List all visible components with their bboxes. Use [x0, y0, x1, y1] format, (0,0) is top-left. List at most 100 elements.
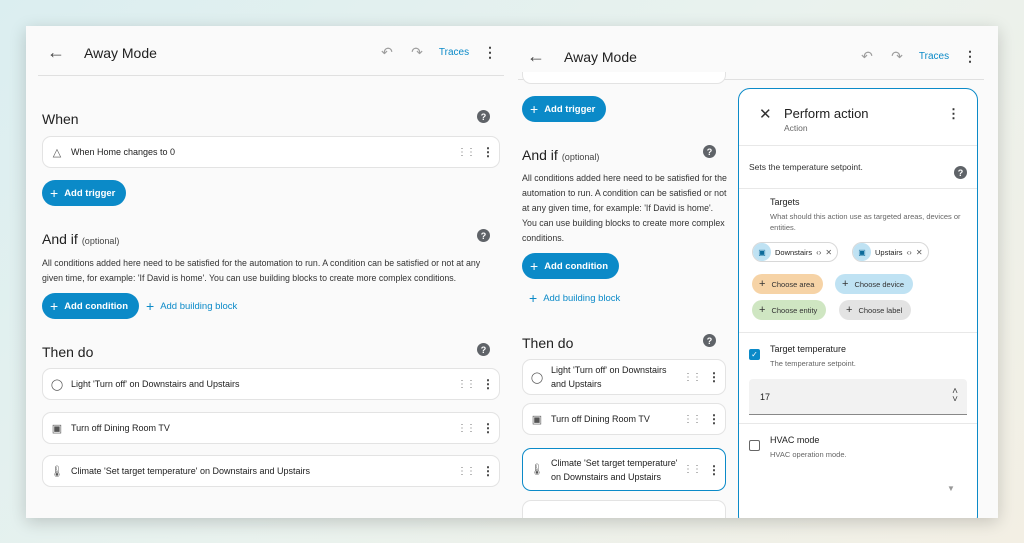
more-menu-icon[interactable]: ⋮ — [476, 44, 504, 61]
plus-icon: + — [146, 298, 155, 314]
target-temperature-label: Target temperature — [770, 344, 847, 354]
andif-title: And if — [522, 147, 558, 163]
conditions-description: All conditions added here need to be sat… — [42, 258, 481, 283]
conditions-description: All conditions added here need to be sat… — [522, 173, 727, 243]
action-description: Sets the temperature setpoint. — [749, 162, 863, 172]
panel-menu-icon[interactable]: ⋮ — [947, 106, 960, 122]
action-card[interactable]: ▣ Turn off Dining Room TV ⋮⋮ ⋮ — [522, 403, 726, 435]
add-condition-button[interactable]: + Add condition — [42, 293, 140, 319]
choose-entity-button[interactable]: + Choose entity — [752, 300, 827, 320]
help-icon[interactable]: ? — [703, 334, 716, 347]
card-menu-icon[interactable]: ⋮ — [477, 421, 499, 435]
plus-icon: + — [50, 185, 59, 201]
left-header: ← Away Mode ↶ ↷ Traces ⋮ — [38, 30, 504, 76]
add-trigger-button[interactable]: + Add trigger — [42, 180, 127, 206]
back-arrow-icon[interactable]: ← — [38, 42, 74, 63]
device-icon: ▣ — [853, 243, 871, 261]
action-label: Climate 'Set target temperature' on Down… — [71, 466, 311, 476]
traces-button[interactable]: Traces — [912, 51, 956, 62]
action-label: Climate 'Set target temperature' on Down… — [551, 457, 678, 482]
action-card[interactable]: ◯ Light 'Turn off' on Downstairs and Ups… — [522, 359, 726, 395]
app-frame: ← Away Mode ↶ ↷ Traces ⋮ When ? △ When H… — [26, 26, 998, 518]
traces-button[interactable]: Traces — [432, 47, 476, 58]
hvac-mode-checkbox[interactable] — [749, 440, 760, 451]
add-condition-button[interactable]: + Add condition — [522, 253, 620, 279]
remove-icon[interactable]: ✕ — [825, 248, 832, 257]
close-icon[interactable]: ✕ — [759, 105, 772, 123]
optional-label: (optional) — [81, 236, 120, 246]
undo-icon[interactable]: ↶ — [852, 48, 882, 65]
hvac-mode-label: HVAC mode — [770, 435, 820, 445]
add-building-block-label: Add building block — [160, 300, 238, 312]
choose-label-button[interactable]: + Choose label — [839, 300, 912, 320]
plus-icon: + — [846, 304, 853, 316]
temperature-value: 17 — [760, 392, 771, 402]
chip-label: Upstairs — [875, 247, 903, 257]
undo-icon[interactable]: ↶ — [372, 44, 402, 61]
trigger-icon: △ — [52, 146, 62, 159]
chip-label: Downstairs — [775, 247, 813, 257]
trigger-card-edge — [522, 72, 726, 84]
drag-handle-icon[interactable]: ⋮⋮ — [681, 464, 703, 475]
plus-icon: + — [759, 304, 766, 316]
action-card-selected[interactable]: 🌡 Climate 'Set target temperature' on Do… — [522, 448, 726, 491]
target-chip[interactable]: ▣ Upstairs ‹› ✕ — [852, 242, 929, 262]
drag-handle-icon[interactable]: ⋮⋮ — [455, 466, 477, 477]
drag-handle-icon[interactable]: ⋮⋮ — [455, 379, 477, 390]
target-chip[interactable]: ▣ Downstairs ‹› ✕ — [752, 242, 839, 262]
card-menu-icon[interactable]: ⋮ — [703, 370, 725, 384]
choose-label-label: Choose label — [858, 305, 903, 315]
card-menu-icon[interactable]: ⋮ — [477, 145, 499, 159]
remove-icon[interactable]: ✕ — [916, 248, 923, 257]
stepper-icon[interactable]: ˄ ˅ — [952, 387, 958, 405]
trigger-card[interactable]: △ When Home changes to 0 ⋮⋮ ⋮ — [42, 136, 500, 168]
redo-icon[interactable]: ↷ — [402, 44, 432, 61]
help-icon[interactable]: ? — [954, 166, 967, 179]
drag-handle-icon[interactable]: ⋮⋮ — [681, 372, 703, 383]
help-icon[interactable]: ? — [477, 110, 490, 123]
redo-icon[interactable]: ↷ — [882, 48, 912, 65]
trigger-label: When Home changes to 0 — [71, 147, 176, 157]
card-menu-icon[interactable]: ⋮ — [477, 464, 499, 478]
page-title: Away Mode — [564, 48, 637, 65]
panel-title: Perform action — [784, 106, 869, 121]
expand-icon[interactable]: ‹› — [816, 248, 821, 257]
back-arrow-icon[interactable]: ← — [518, 46, 554, 67]
temperature-input[interactable]: 17 ˄ ˅ — [749, 379, 967, 415]
add-building-block-link[interactable]: + Add building block — [146, 298, 237, 314]
action-label: Light 'Turn off' on Downstairs and Upsta… — [551, 365, 667, 389]
target-temperature-checkbox[interactable]: ✓ — [749, 349, 760, 360]
choose-device-label: Choose device — [854, 279, 905, 289]
targets-label: Targets — [770, 197, 800, 207]
lightbulb-off-icon: ◯ — [50, 378, 64, 391]
choose-device-button[interactable]: + Choose device — [835, 274, 914, 294]
help-icon[interactable]: ? — [477, 229, 490, 242]
add-trigger-button[interactable]: + Add trigger — [522, 96, 607, 122]
card-menu-icon[interactable]: ⋮ — [703, 412, 725, 426]
expand-icon[interactable]: ‹› — [907, 248, 912, 257]
perform-action-panel: ✕ Perform action Action ⋮ Sets the tempe… — [738, 88, 978, 518]
thermometer-icon: 🌡 — [530, 464, 544, 476]
action-card[interactable]: ◯ Light 'Turn off' on Downstairs and Ups… — [42, 368, 500, 400]
panel-subtitle: Action — [784, 123, 808, 133]
target-temperature-help: The temperature setpoint. — [770, 359, 856, 368]
add-building-block-label: Add building block — [543, 292, 621, 304]
help-icon[interactable]: ? — [477, 343, 490, 356]
card-menu-icon[interactable]: ⋮ — [703, 463, 725, 477]
add-building-block-link[interactable]: + Add building block — [529, 290, 620, 306]
help-icon[interactable]: ? — [703, 145, 716, 158]
drag-handle-icon[interactable]: ⋮⋮ — [455, 147, 477, 158]
action-card[interactable]: 🌡 Climate 'Set target temperature' on Do… — [42, 455, 500, 487]
targets-help: What should this action use as targeted … — [770, 212, 961, 232]
optional-label: (optional) — [561, 152, 600, 162]
choose-area-button[interactable]: + Choose area — [752, 274, 824, 294]
drag-handle-icon[interactable]: ⋮⋮ — [681, 414, 703, 425]
dropdown-arrow-icon[interactable]: ▼ — [947, 484, 955, 493]
more-menu-icon[interactable]: ⋮ — [956, 48, 984, 65]
thermometer-icon: 🌡 — [50, 465, 64, 478]
andif-heading: And if (optional) — [42, 231, 119, 247]
drag-handle-icon[interactable]: ⋮⋮ — [455, 423, 477, 434]
action-card[interactable]: ▣ Turn off Dining Room TV ⋮⋮ ⋮ — [42, 412, 500, 444]
card-menu-icon[interactable]: ⋮ — [477, 377, 499, 391]
action-label: Turn off Dining Room TV — [551, 414, 650, 424]
